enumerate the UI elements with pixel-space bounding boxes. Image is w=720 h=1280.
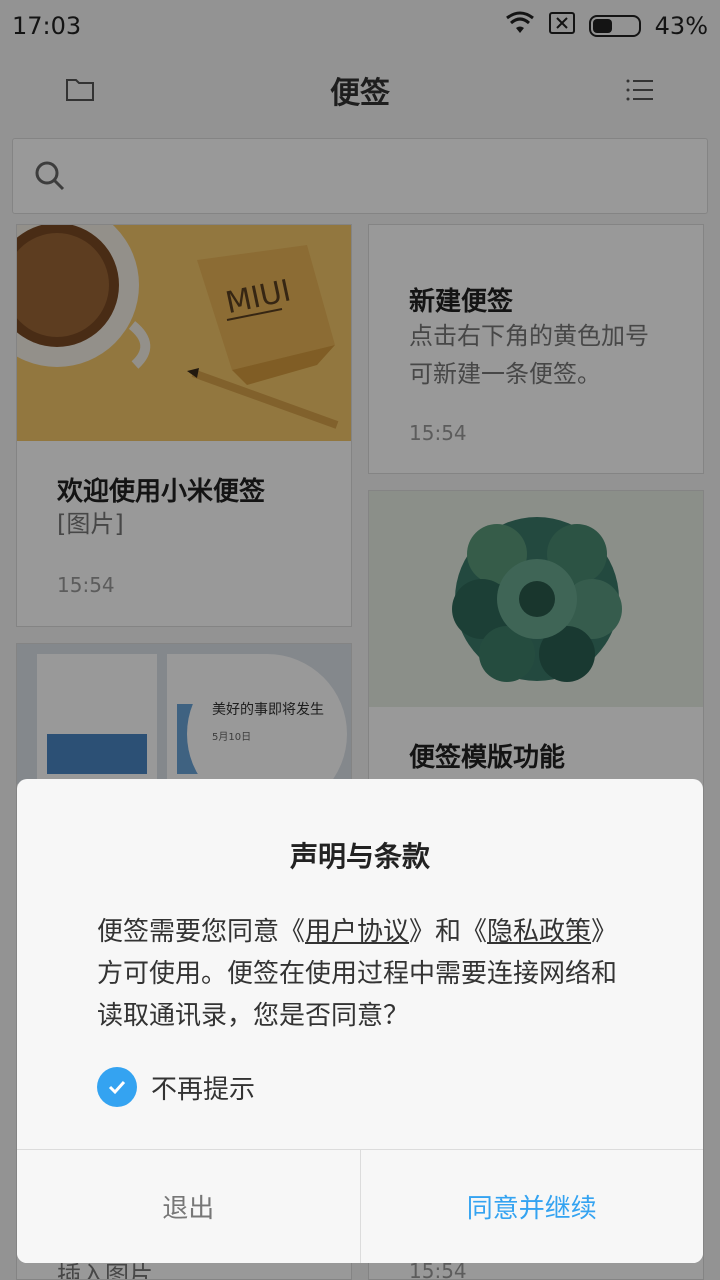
dialog-title: 声明与条款: [289, 840, 430, 873]
user-agreement-link[interactable]: 用户协议: [305, 917, 409, 947]
exit-button[interactable]: 退出: [17, 1150, 361, 1263]
terms-dialog: 声明与条款 便签需要您同意《用户协议》和《隐私政策》方可使用。便签在使用过程中需…: [17, 779, 703, 1263]
dialog-button-row: 退出 同意并继续: [17, 1149, 703, 1263]
agree-continue-button[interactable]: 同意并继续: [360, 1150, 703, 1263]
dont-remind-checkbox[interactable]: 不再提示: [97, 1067, 255, 1107]
dialog-text-prefix: 便签需要您同意《: [97, 917, 306, 947]
dont-remind-label: 不再提示: [151, 1074, 256, 1105]
privacy-policy-link[interactable]: 隐私政策: [487, 917, 591, 947]
dialog-text-mid: 》和《: [409, 917, 488, 947]
dialog-message: 便签需要您同意《用户协议》和《隐私政策》方可使用。便签在使用过程中需要连接网络和…: [97, 911, 637, 1037]
check-icon[interactable]: [97, 1067, 137, 1107]
